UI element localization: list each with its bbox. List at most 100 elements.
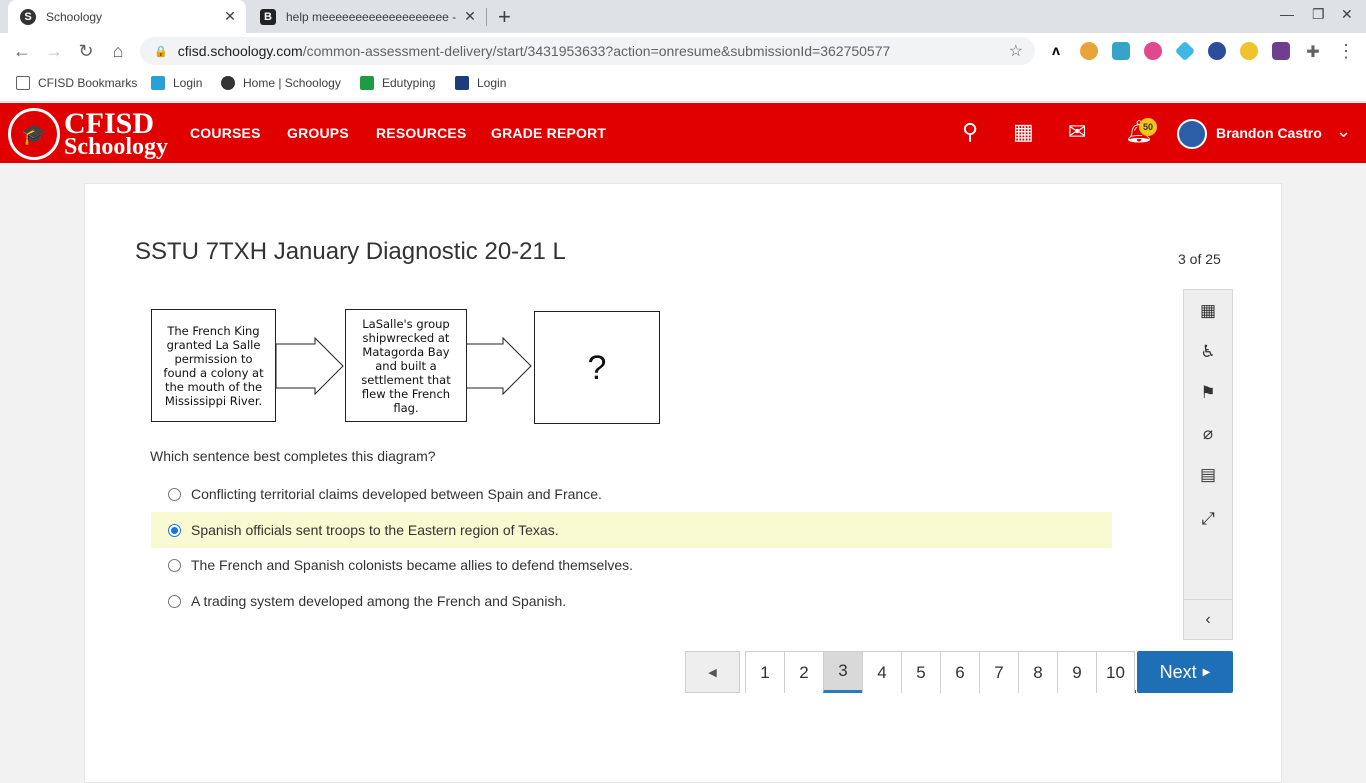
radio-button[interactable] xyxy=(168,594,181,608)
answer-choice[interactable]: A trading system developed among the Fre… xyxy=(151,583,1112,619)
eliminate-choice-icon[interactable]: ⌀ xyxy=(1184,424,1232,444)
diagram-box-3: ? xyxy=(534,311,660,424)
tab-divider xyxy=(486,8,487,26)
tab-schoology[interactable]: S Schoology ✕ xyxy=(8,0,246,33)
assessment-card: SSTU 7TXH January Diagnostic 20-21 L 3 o… xyxy=(84,183,1282,783)
url-path: /common-assessment-delivery/start/343195… xyxy=(302,43,891,59)
nav-groups[interactable]: GROUPS xyxy=(287,125,349,141)
nav-courses[interactable]: COURSES xyxy=(190,125,261,141)
page-title: SSTU 7TXH January Diagnostic 20-21 L xyxy=(135,238,566,265)
diagram-box-2: LaSalle's group shipwrecked at Matagorda… xyxy=(345,309,467,422)
edutyping-icon xyxy=(360,76,374,90)
answer-choice[interactable]: Conflicting territorial claims developed… xyxy=(151,476,1112,512)
page-button[interactable]: 5 xyxy=(901,651,940,693)
close-icon[interactable]: ✕ xyxy=(460,8,480,25)
page-button[interactable]: 10 xyxy=(1096,651,1135,693)
cloud-icon xyxy=(151,76,165,90)
extension-on-icon[interactable] xyxy=(1080,42,1098,60)
folder-icon xyxy=(16,76,30,90)
page-button[interactable]: 1 xyxy=(745,651,784,693)
extension-color-icon[interactable] xyxy=(1144,42,1162,60)
extension-compass-icon[interactable] xyxy=(1240,42,1258,60)
bookmark-label: Login xyxy=(173,76,203,90)
bookmark-label: Login xyxy=(477,76,507,90)
bookmark-label: CFISD Bookmarks xyxy=(38,76,138,90)
user-name[interactable]: Brandon Castro xyxy=(1216,125,1322,141)
nav-resources[interactable]: RESOURCES xyxy=(376,125,466,141)
bookmarks-bar: CFISD Bookmarks Login Home | Schoology E… xyxy=(0,69,1366,102)
restore-icon[interactable]: ❐ xyxy=(1312,6,1325,23)
extensions-puzzle-icon[interactable]: ✚ xyxy=(1304,42,1322,61)
forward-arrow-icon[interactable]: → xyxy=(42,39,66,63)
cfisd-schoology-logo[interactable]: 🎓 CFISD Schoology xyxy=(8,108,168,160)
nav-grade-report[interactable]: GRADE REPORT xyxy=(491,125,606,141)
bookmark-login[interactable]: Login xyxy=(151,76,202,90)
collapse-chevron-left-icon[interactable]: ‹ xyxy=(1184,599,1232,639)
radio-button[interactable] xyxy=(168,487,181,501)
url-host: cfisd.schoology.com xyxy=(177,43,303,59)
home-icon[interactable]: ⌂ xyxy=(106,39,130,63)
graduation-cap-icon: 🎓 xyxy=(8,108,60,160)
extension-a-icon[interactable]: ʌ xyxy=(1047,42,1065,60)
choice-label: Spanish officials sent troops to the Eas… xyxy=(191,522,559,538)
schoology-favicon-icon: S xyxy=(20,8,36,25)
browser-toolbar: ← → ↻ ⌂ 🔒 cfisd.schoology.com/common-ass… xyxy=(0,33,1366,69)
bookmark-folder[interactable]: CFISD Bookmarks xyxy=(16,76,137,90)
radio-button-checked[interactable] xyxy=(168,523,181,537)
choice-label: The French and Spanish colonists became … xyxy=(191,557,634,573)
minimize-icon[interactable]: — xyxy=(1280,6,1294,22)
page-button[interactable]: 8 xyxy=(1018,651,1057,693)
chevron-down-icon[interactable]: ⌄ xyxy=(1336,121,1351,142)
page-button[interactable]: 4 xyxy=(862,651,901,693)
bookmark-login-hac[interactable]: Login xyxy=(455,76,506,90)
browser-menu-icon[interactable]: ⋮ xyxy=(1334,39,1358,63)
notepad-icon[interactable]: ▤ xyxy=(1184,465,1232,485)
page-button[interactable]: 7 xyxy=(979,651,1018,693)
bookmark-label: Edutyping xyxy=(382,76,436,90)
schoology-icon xyxy=(221,76,235,90)
bookmark-edutyping[interactable]: Edutyping xyxy=(360,76,435,90)
window-close-icon[interactable]: ✕ xyxy=(1341,6,1353,23)
extension-diamond-icon[interactable] xyxy=(1174,40,1196,62)
page-button[interactable]: 6 xyxy=(940,651,979,693)
choice-label: A trading system developed among the Fre… xyxy=(191,593,567,609)
diagram-box-1: The French King granted La Salle permiss… xyxy=(151,309,276,422)
next-button[interactable]: Next ▶ xyxy=(1137,651,1233,693)
search-icon[interactable]: ⚲ xyxy=(962,119,978,145)
bookmark-home-schoology[interactable]: Home | Schoology xyxy=(221,76,341,90)
previous-button[interactable]: ◀ xyxy=(685,651,740,693)
extension-pdf-icon[interactable] xyxy=(1272,42,1290,60)
answer-choice-selected[interactable]: Spanish officials sent troops to the Eas… xyxy=(151,512,1112,548)
accessibility-icon[interactable]: ♿︎ xyxy=(1184,342,1232,362)
back-arrow-icon[interactable]: ← xyxy=(10,39,34,63)
page-button-current[interactable]: 3 xyxy=(823,651,862,693)
logo-text: CFISD Schoology xyxy=(64,106,169,160)
tab-help[interactable]: B help meeeeeeeeeeeeeeeeeee - B ✕ xyxy=(250,0,486,33)
close-icon[interactable]: ✕ xyxy=(220,8,240,25)
hac-icon xyxy=(455,76,469,90)
extension-k-icon[interactable] xyxy=(1208,42,1226,60)
reload-icon[interactable]: ↻ xyxy=(74,39,98,63)
address-bar[interactable]: 🔒 cfisd.schoology.com/common-assessment-… xyxy=(140,37,1035,65)
brainly-favicon-icon: B xyxy=(260,8,276,25)
flag-icon[interactable]: ⚑ xyxy=(1184,383,1232,403)
assessment-tools-panel: ▦ ♿︎ ⚑ ⌀ ▤ ⤢ ‹ xyxy=(1183,289,1233,640)
schoology-header: 🎓 CFISD Schoology COURSES GROUPS RESOURC… xyxy=(0,103,1366,163)
fullscreen-icon[interactable]: ⤢ xyxy=(1184,509,1232,529)
lock-icon: 🔒 xyxy=(154,45,168,58)
next-label: Next xyxy=(1159,661,1197,682)
extension-cloud-icon[interactable] xyxy=(1112,42,1130,60)
calendar-icon[interactable]: ▦ xyxy=(1013,119,1034,145)
mail-icon[interactable]: ✉ xyxy=(1068,119,1086,145)
browser-tab-strip: S Schoology ✕ B help meeeeeeeeeeeeeeeeee… xyxy=(0,0,1366,33)
avatar[interactable] xyxy=(1177,119,1207,149)
bookmark-star-icon[interactable]: ☆ xyxy=(1009,41,1023,61)
notification-badge: 50 xyxy=(1139,118,1157,136)
question-counter: 3 of 25 xyxy=(1178,251,1221,267)
calculator-icon[interactable]: ▦ xyxy=(1184,301,1232,321)
page-button[interactable]: 2 xyxy=(784,651,823,693)
radio-button[interactable] xyxy=(168,558,181,572)
page-button[interactable]: 9 xyxy=(1057,651,1096,693)
new-tab-plus-icon[interactable]: + xyxy=(498,4,511,30)
answer-choice[interactable]: The French and Spanish colonists became … xyxy=(151,547,1112,583)
